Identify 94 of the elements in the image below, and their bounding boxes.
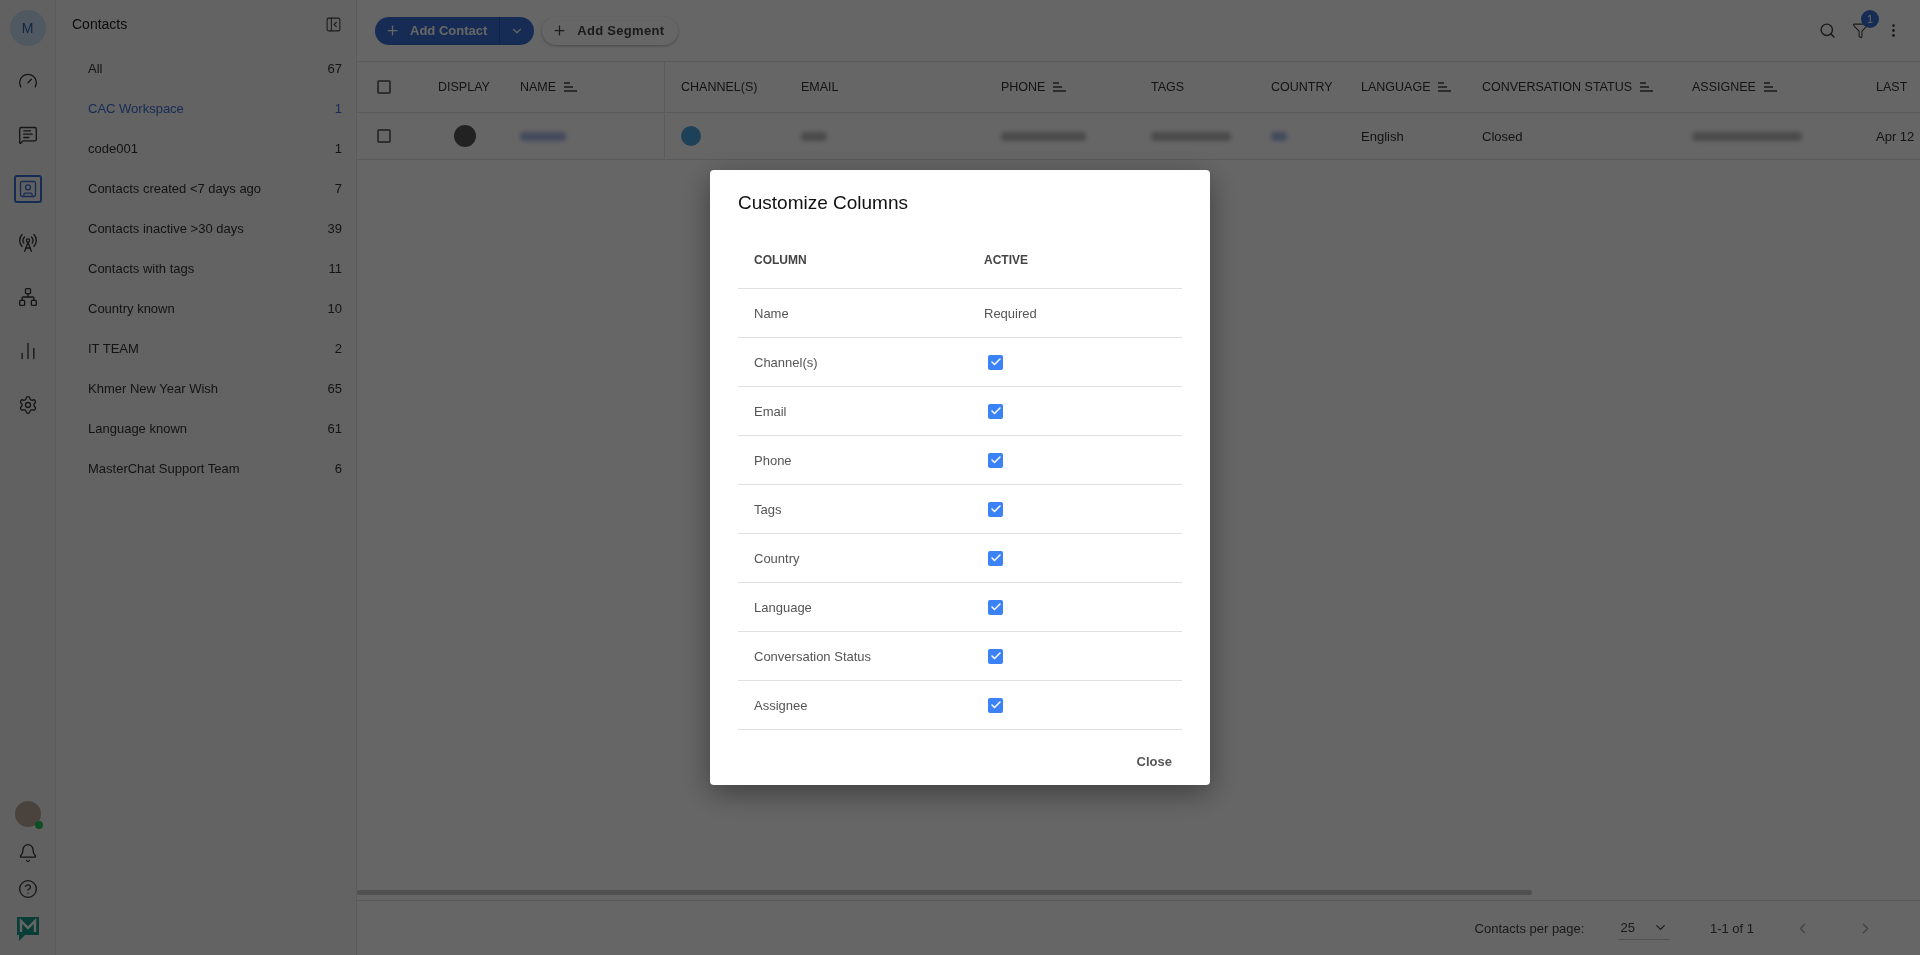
dialog-title: Customize Columns [738,192,909,214]
row-checkbox[interactable] [377,129,391,143]
segment-item[interactable]: Language known 61 [56,408,356,448]
segment-item[interactable]: MasterChat Support Team 6 [56,448,356,488]
help-icon[interactable] [17,879,38,899]
check-icon [989,699,1002,711]
check-icon [989,650,1002,662]
sort-icon[interactable] [1763,82,1777,92]
column-name: Country [754,550,800,566]
segment-count: 61 [327,420,342,436]
column-header[interactable]: EMAIL [801,80,839,94]
page-range: 1-1 of 1 [1709,920,1754,936]
segment-item[interactable]: Khmer New Year Wish 65 [56,368,356,408]
sort-icon[interactable] [564,82,578,92]
sort-icon[interactable] [1053,82,1067,92]
blurred-text [520,131,566,141]
segment-item[interactable]: Country known 10 [56,288,356,328]
column-name: Tags [754,501,782,517]
column-name: Conversation Status [754,648,872,664]
plus-icon [552,23,568,38]
active-checkbox[interactable] [988,403,1003,419]
column-name: Channel(s) [754,354,818,370]
bell-icon[interactable] [17,843,38,863]
search-icon[interactable] [1819,22,1836,39]
segment-count: 11 [328,260,342,276]
active-checkbox[interactable] [988,501,1003,517]
column-name: Email [754,403,787,419]
column-header[interactable]: DISPLAY [438,80,490,94]
check-icon [989,552,1002,564]
contact-icon[interactable] [13,175,42,203]
active-checkbox[interactable] [988,354,1003,370]
check-icon [989,601,1002,613]
table-cell: Closed [1482,128,1523,144]
blurred-text [801,131,827,141]
column-name: Phone [754,452,792,468]
check-icon [989,356,1002,368]
column-name: Name [754,305,789,321]
column-header[interactable]: COUNTRY [1271,80,1333,94]
collapse-panel-icon[interactable] [325,15,342,33]
column-header[interactable]: CONVERSATION STATUS [1482,80,1653,94]
segment-count: 1 [334,100,342,116]
sort-icon[interactable] [1640,82,1653,92]
segment-count: 39 [327,220,342,236]
table-cell: Apr 12 [1876,128,1915,144]
segment-item[interactable]: Contacts with tags 11 [56,248,356,288]
segment-item[interactable]: Contacts inactive >30 days 39 [56,208,356,248]
segment-item[interactable]: Contacts created <7 days ago 7 [56,168,356,208]
add-segment-button[interactable]: Add Segment [542,16,679,45]
active-checkbox[interactable] [988,697,1003,713]
channel-icon [681,126,701,146]
column-header: COLUMN [754,253,807,267]
user-avatar[interactable] [14,801,41,827]
select-all-checkbox[interactable] [377,80,391,94]
column-header: ACTIVE [984,253,1028,267]
column-name: Language [754,599,812,615]
column-header[interactable]: PHONE [1001,80,1067,94]
close-button[interactable]: Close [1126,746,1182,777]
segment-item[interactable]: code001 1 [56,128,356,168]
segment-count: 2 [334,340,342,356]
workspace-avatar[interactable]: M [9,10,46,46]
segment-count: 67 [327,60,342,76]
check-icon [989,503,1002,515]
segment-count: 7 [334,180,342,196]
column-header[interactable]: TAGS [1151,80,1185,94]
column-header[interactable]: NAME [520,80,578,94]
column-name: Assignee [754,697,808,713]
per-page-label: Contacts per page: [1474,920,1585,936]
segment-count: 1 [334,140,342,156]
plus-icon [385,23,400,38]
column-header[interactable]: CHANNEL(S) [681,80,758,94]
logo-icon [14,915,41,943]
segment-item[interactable]: CAC Workspace 1 [56,88,356,128]
panel-title: Contacts [72,16,128,32]
active-checkbox[interactable] [988,550,1003,566]
blurred-text [1271,131,1287,141]
sort-icon[interactable] [1438,82,1452,92]
column-header[interactable]: LAST [1876,80,1908,94]
check-icon [989,454,1002,466]
per-page-select[interactable]: 25 [1618,916,1670,940]
avatar-placeholder [454,125,476,147]
required-label: Required [984,305,1037,321]
segment-item[interactable]: All 67 [56,48,356,88]
active-checkbox[interactable] [988,599,1003,615]
check-icon [989,405,1002,417]
column-header[interactable]: LANGUAGE [1361,80,1452,94]
column-header[interactable]: ASSIGNEE [1692,80,1777,94]
segment-count: 65 [327,380,342,396]
active-checkbox[interactable] [988,452,1003,468]
filter-count-badge: 1 [1861,10,1879,28]
active-checkbox[interactable] [988,648,1003,664]
segment-count: 6 [334,460,342,476]
segment-count: 10 [327,300,342,316]
segment-item[interactable]: IT TEAM 2 [56,328,356,368]
table-cell: English [1361,128,1404,144]
